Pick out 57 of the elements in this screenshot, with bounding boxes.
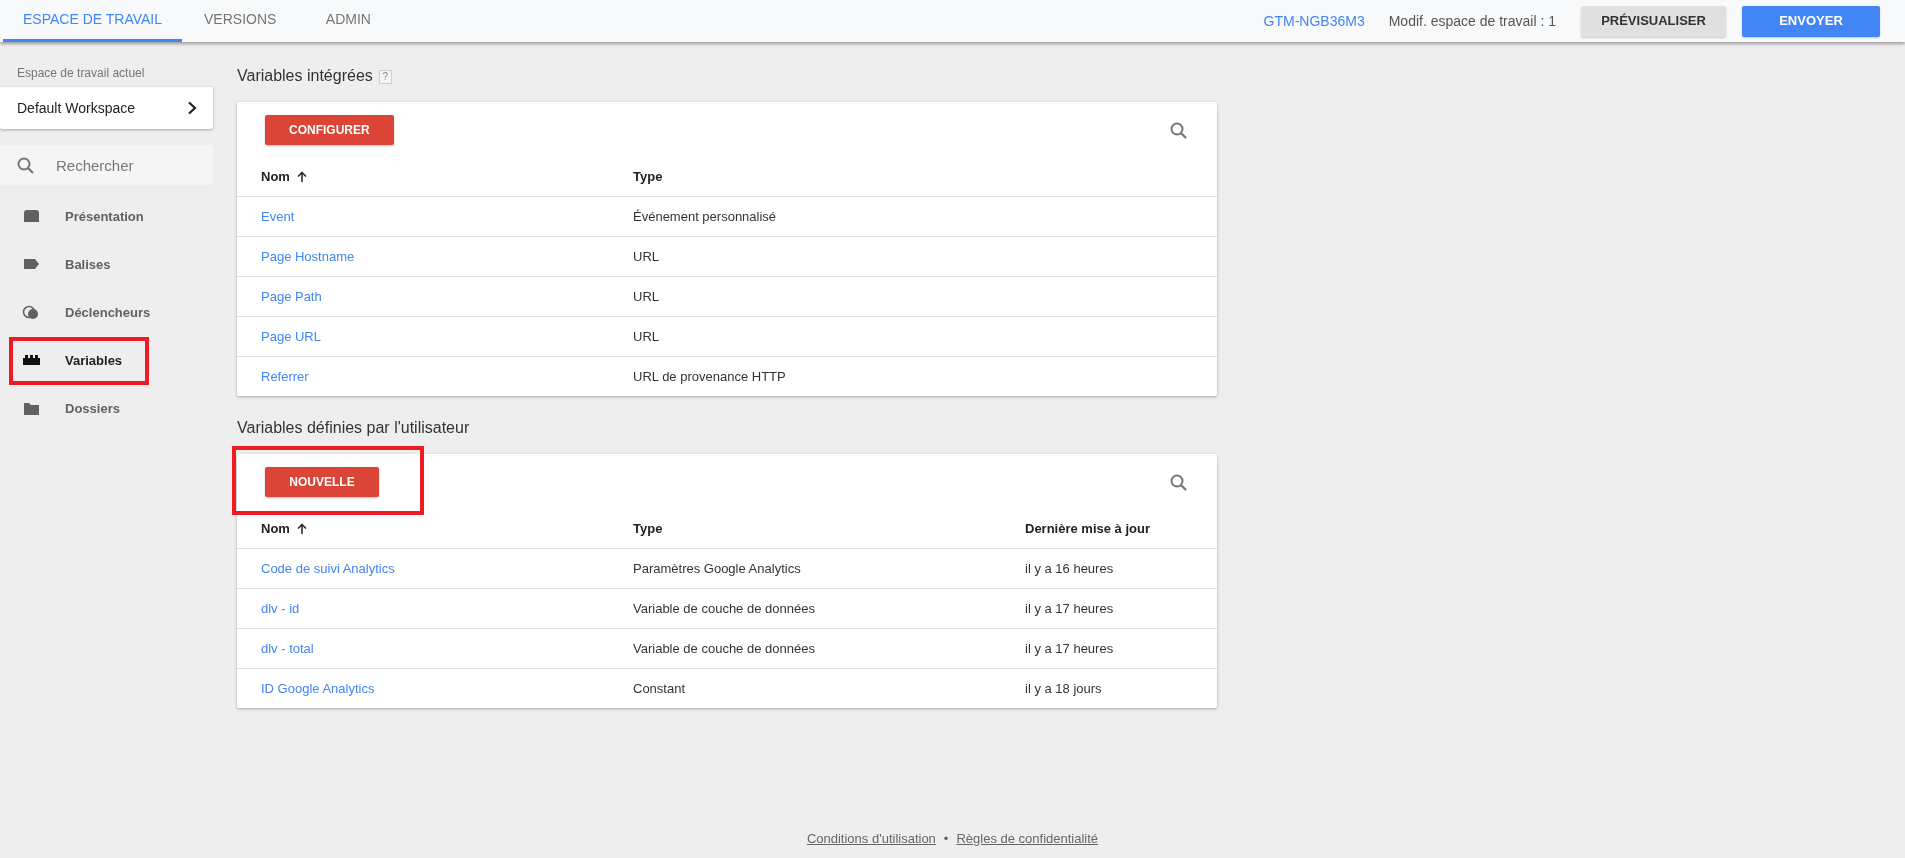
variable-link[interactable]: Code de suivi Analytics xyxy=(261,560,395,576)
search-field[interactable]: Rechercher xyxy=(0,145,213,185)
section-title: Variables définies par l'utilisateur xyxy=(237,419,470,436)
table-cell: Variable de couche de données xyxy=(633,640,815,656)
table-cell: URL xyxy=(633,328,659,344)
sidebar-item[interactable]: Déclencheurs xyxy=(0,289,213,337)
footer-link[interactable]: Conditions d'utilisation xyxy=(806,830,936,846)
table-cell: Variable de couche de données xyxy=(633,600,815,616)
table-cell: Paramètres Google Analytics xyxy=(633,560,801,576)
table-cell: il y a 17 heures xyxy=(1025,600,1114,616)
folder-icon xyxy=(22,401,41,417)
column-header[interactable]: Dernière mise à jour xyxy=(1025,519,1150,539)
sidebar-item[interactable]: Présentation xyxy=(0,193,213,241)
trigger-icon xyxy=(22,305,41,321)
variable-link[interactable]: dlv - total xyxy=(261,640,314,656)
nav-tab[interactable]: ADMIN xyxy=(298,0,399,42)
search-icon xyxy=(1170,122,1187,140)
search-icon xyxy=(17,157,34,174)
footer-link[interactable]: Règles de confidentialité xyxy=(956,830,1099,846)
variable-link[interactable]: Referrer xyxy=(261,368,309,384)
preview-button[interactable]: PRÉVISUALISER xyxy=(1581,5,1726,37)
table-cell: il y a 16 heures xyxy=(1025,560,1114,576)
nav-tab[interactable]: ESPACE DE TRAVAIL xyxy=(3,0,182,42)
column-header[interactable]: Nom xyxy=(261,167,290,187)
configure-button[interactable]: CONFIGURER xyxy=(265,115,394,145)
workspace-label: Espace de travail actuel xyxy=(16,65,146,82)
variable-link[interactable]: Page Path xyxy=(261,288,322,304)
table-cell: Événement personnalisé xyxy=(633,208,777,224)
table-cell: URL de provenance HTTP xyxy=(633,368,786,384)
overview-icon xyxy=(22,209,41,225)
table-cell: URL xyxy=(633,248,659,264)
submit-button[interactable]: ENVOYER xyxy=(1742,5,1880,37)
sidebar-item[interactable]: Balises xyxy=(0,241,213,289)
variable-link[interactable]: Page Hostname xyxy=(261,248,355,264)
help-icon[interactable]: ? xyxy=(378,69,392,84)
table-cell: Constant xyxy=(633,680,686,696)
table-cell: il y a 18 jours xyxy=(1025,680,1102,696)
new-button[interactable]: NOUVELLE xyxy=(265,467,379,497)
column-header[interactable]: Nom xyxy=(261,519,290,539)
container-id-link[interactable]: GTM-NGB36M3 xyxy=(1263,10,1365,32)
sidebar-item[interactable]: Dossiers xyxy=(0,385,213,433)
chevron-right-icon xyxy=(187,101,197,115)
sidebar-item[interactable]: Variables xyxy=(0,337,213,385)
variable-link[interactable]: dlv - id xyxy=(261,600,300,616)
table-cell: URL xyxy=(633,288,659,304)
section-title: Variables intégrées xyxy=(237,67,373,84)
workspace-changes-text: Modif. espace de travail : 1 xyxy=(1388,11,1556,31)
column-header[interactable]: Type xyxy=(633,519,663,539)
nav-tab[interactable]: VERSIONS xyxy=(184,0,297,42)
variable-link[interactable]: ID Google Analytics xyxy=(261,680,375,696)
search-icon xyxy=(1170,474,1187,492)
workspace-selector[interactable]: Default Workspace xyxy=(0,87,213,129)
column-header[interactable]: Type xyxy=(633,167,663,187)
variable-link[interactable]: Event xyxy=(261,208,295,224)
separator-dot: • xyxy=(943,830,949,846)
variable-link[interactable]: Page URL xyxy=(261,328,321,344)
table-cell: il y a 17 heures xyxy=(1025,640,1114,656)
